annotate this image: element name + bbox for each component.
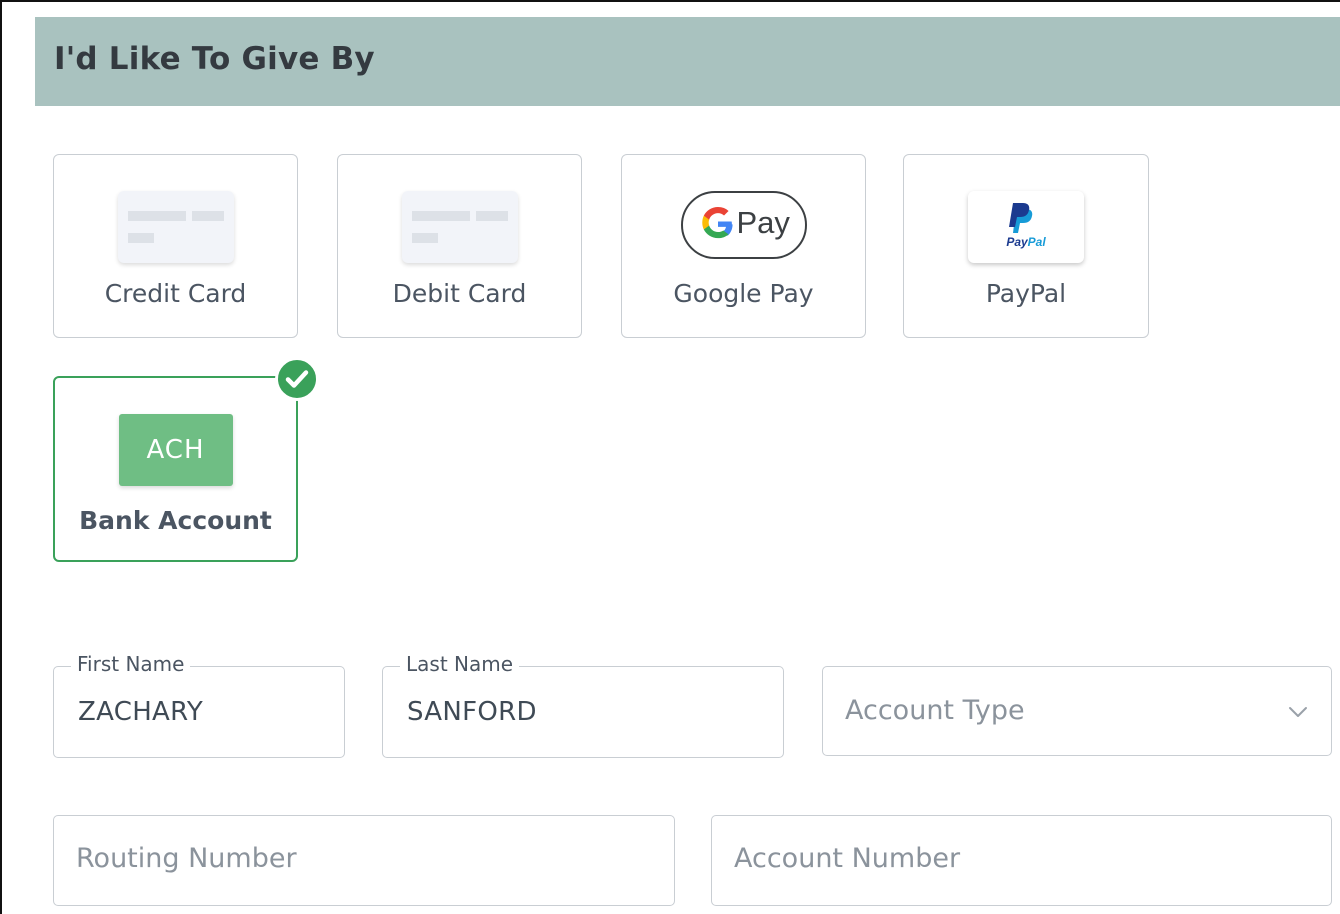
payment-option-label: Credit Card xyxy=(104,279,247,308)
payment-option-paypal[interactable]: PayPal PayPal xyxy=(903,154,1149,338)
account-number-placeholder: Account Number xyxy=(734,843,961,874)
payment-option-debit-card[interactable]: Debit Card xyxy=(337,154,582,338)
ach-icon: ACH xyxy=(118,414,233,486)
payment-option-label: Bank Account xyxy=(79,506,272,535)
last-name-field[interactable]: Last Name SANFORD xyxy=(382,652,784,758)
routing-number-placeholder: Routing Number xyxy=(76,843,297,874)
credit-card-icon xyxy=(117,191,234,263)
selected-check-icon xyxy=(275,357,319,401)
google-pay-icon: Pay xyxy=(680,191,807,259)
debit-card-icon xyxy=(401,191,518,263)
payment-option-label: Debit Card xyxy=(392,279,527,308)
last-name-label: Last Name xyxy=(400,652,520,676)
payment-option-label: PayPal xyxy=(985,279,1067,308)
section-header: I'd Like To Give By xyxy=(35,17,1340,106)
payment-option-credit-card[interactable]: Credit Card xyxy=(53,154,298,338)
first-name-field[interactable]: First Name ZACHARY xyxy=(53,652,345,758)
account-type-placeholder: Account Type xyxy=(845,695,1025,726)
first-name-value: ZACHARY xyxy=(78,697,204,727)
payment-option-bank-account[interactable]: ACH Bank Account xyxy=(53,357,319,562)
paypal-wordmark: PayPal xyxy=(1006,235,1046,249)
routing-number-field[interactable]: Routing Number xyxy=(53,815,675,906)
last-name-value: SANFORD xyxy=(407,697,537,727)
chevron-down-icon xyxy=(1289,707,1307,717)
paypal-icon: PayPal xyxy=(968,191,1084,263)
payment-option-label: Google Pay xyxy=(673,279,814,308)
first-name-label: First Name xyxy=(71,652,191,676)
account-number-field[interactable]: Account Number xyxy=(711,815,1332,906)
payment-option-google-pay[interactable]: Pay Google Pay xyxy=(621,154,866,338)
account-type-select[interactable]: Account Type xyxy=(822,666,1332,756)
google-pay-text: Pay xyxy=(736,205,790,240)
google-g-icon xyxy=(701,207,733,239)
section-title: I'd Like To Give By xyxy=(54,41,375,77)
paypal-p-icon xyxy=(1009,203,1033,233)
